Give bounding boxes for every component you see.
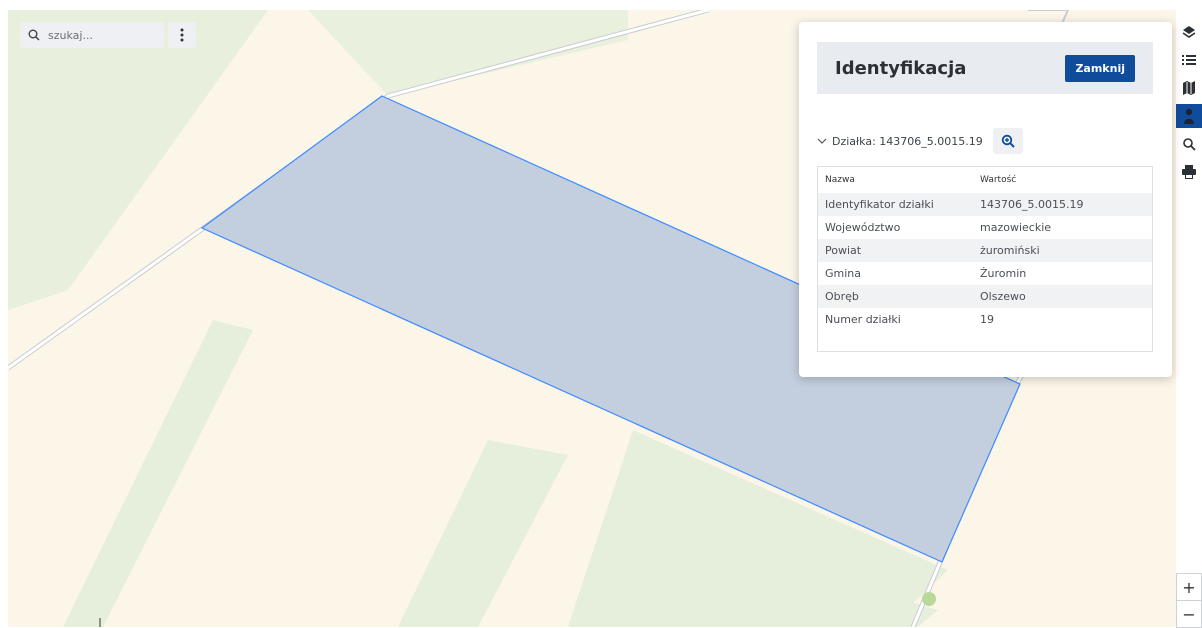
kebab-menu-icon [180,28,184,42]
parcel-section-toggle[interactable]: Działka: 143706_5.0015.19 [817,128,1023,154]
attribute-name: Numer działki [825,313,901,326]
search-icon [1182,137,1196,151]
attribute-table: Nazwa Wartość Identyfikator działki 1437… [817,166,1153,352]
layers-icon [1182,26,1196,38]
zoom-out-button[interactable]: − [1177,600,1201,627]
basemap-button[interactable] [1176,76,1202,100]
tree-marker [922,592,936,606]
print-icon [1182,165,1196,179]
attribute-value: żuromiński [980,244,1040,257]
table-row: Powiat żuromiński [818,239,1152,262]
attribute-value: Żuromin [980,267,1027,280]
zoom-control: + − [1176,573,1202,628]
legend-button[interactable] [1176,48,1202,72]
column-header: Nazwa [825,175,855,185]
table-row: Numer działki 19 [818,308,1152,331]
panel-title: Identyfikacja [835,57,967,79]
forest-area [398,440,568,627]
panel-header: Identyfikacja Zamknij [817,42,1153,94]
forest-area [63,320,253,627]
attribute-name: Obręb [825,290,859,303]
zoom-to-parcel-button[interactable] [992,128,1023,154]
table-row: Gmina Żuromin [818,262,1152,285]
table-header: Nazwa Wartość [818,167,1152,193]
identification-panel: Identyfikacja Zamknij Działka: 143706_5.… [799,22,1172,377]
column-header: Wartość [980,175,1017,185]
list-icon [1182,55,1196,65]
zoom-in-icon [1001,134,1015,148]
map-toolbar [1176,20,1202,188]
layers-button[interactable] [1176,20,1202,44]
more-options-button[interactable] [168,22,196,48]
print-button[interactable] [1176,160,1202,184]
forest-area [308,10,628,96]
search-tool-button[interactable] [1176,132,1202,156]
attribute-value: 143706_5.0015.19 [980,198,1084,211]
attribute-value: 19 [980,313,994,326]
attribute-name: Powiat [825,244,862,257]
person-icon [1184,108,1194,124]
attribute-name: Województwo [825,221,901,234]
attribute-value: mazowieckie [980,221,1052,234]
zoom-in-button[interactable]: + [1177,574,1201,600]
search-icon [28,29,40,41]
search-input[interactable] [46,27,150,43]
table-row: Województwo mazowieckie [818,216,1152,239]
attribute-name: Identyfikator działki [825,198,934,211]
close-button[interactable]: Zamknij [1065,54,1135,82]
parcel-section-label: Działka: 143706_5.0015.19 [832,134,983,148]
forest-area [8,10,268,310]
map-icon [1183,81,1195,95]
table-row: Identyfikator działki 143706_5.0015.19 [818,193,1152,216]
table-row: Obręb Olszewo [818,285,1152,308]
search-box[interactable] [20,22,164,48]
identify-button[interactable] [1176,104,1202,128]
attribute-value: Olszewo [980,290,1026,303]
chevron-down-icon [817,138,827,144]
attribute-name: Gmina [825,267,862,280]
